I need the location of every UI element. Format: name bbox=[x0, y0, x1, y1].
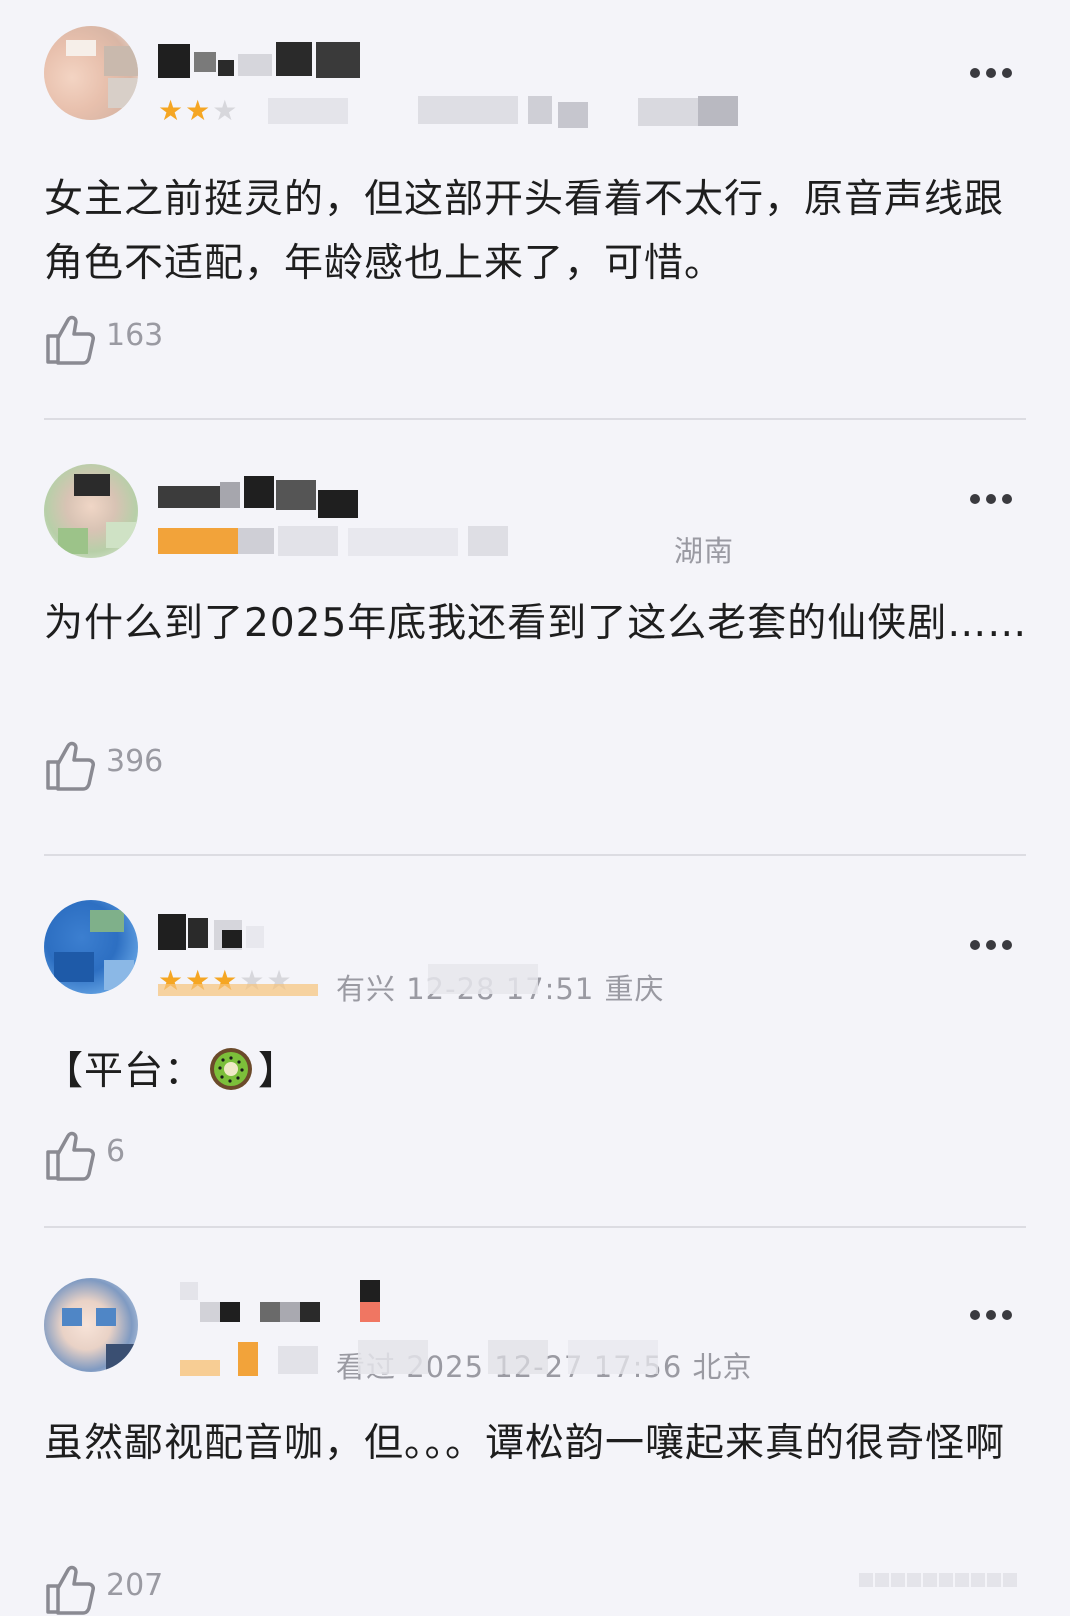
username-obscured[interactable] bbox=[158, 466, 518, 518]
avatar[interactable] bbox=[44, 464, 138, 558]
comment-meta: ★★★★★ 有兴 12-28 17:51 重庆 bbox=[158, 962, 758, 1006]
divider bbox=[44, 418, 1026, 420]
comment-meta: 湖南 bbox=[158, 524, 758, 568]
username-obscured[interactable] bbox=[158, 30, 518, 82]
divider bbox=[44, 1226, 1026, 1228]
more-dots-icon[interactable] bbox=[970, 68, 1012, 78]
like-button[interactable]: 163 bbox=[44, 310, 244, 366]
meta-location: 湖南 bbox=[674, 534, 735, 568]
comment-text-after: 】 bbox=[258, 1049, 299, 1094]
divider bbox=[44, 854, 1026, 856]
like-button[interactable]: 207 bbox=[44, 1560, 244, 1616]
kiwi-emoji-icon bbox=[210, 1048, 253, 1090]
comment-text: 【平台： 】 bbox=[44, 1040, 1034, 1104]
thumbs-up-icon bbox=[46, 1565, 95, 1615]
thumbs-up-icon bbox=[46, 315, 95, 365]
avatar[interactable] bbox=[44, 900, 138, 994]
like-count: 6 bbox=[106, 1134, 126, 1169]
watermark bbox=[858, 1572, 1058, 1602]
like-button[interactable]: 396 bbox=[44, 736, 244, 792]
avatar[interactable] bbox=[44, 26, 138, 120]
username-obscured[interactable] bbox=[158, 1280, 518, 1332]
avatar[interactable] bbox=[44, 1278, 138, 1372]
comment-meta: ★★★ bbox=[158, 92, 758, 128]
more-dots-icon[interactable] bbox=[970, 940, 1012, 950]
like-count: 207 bbox=[106, 1568, 164, 1603]
like-button[interactable]: 6 bbox=[44, 1126, 244, 1182]
like-count: 396 bbox=[106, 744, 164, 779]
comment-text: 虽然鄙视配音咖，但。。。谭松韵一嚷起来真的很奇怪啊 bbox=[44, 1421, 1006, 1466]
comment-text: 为什么到了2025年底我还看到了这么老套的仙侠剧…… bbox=[44, 601, 1028, 646]
username-obscured[interactable] bbox=[158, 902, 518, 954]
thumbs-up-icon bbox=[46, 741, 95, 791]
rating-stars: ★★★ bbox=[158, 94, 240, 127]
comment-meta: 看过 2025 12-27 17:56 北京 bbox=[158, 1340, 758, 1384]
comment-text-before: 【平台： bbox=[44, 1049, 205, 1094]
more-dots-icon[interactable] bbox=[970, 494, 1012, 504]
more-dots-icon[interactable] bbox=[970, 1310, 1012, 1320]
like-count: 163 bbox=[106, 318, 164, 353]
thumbs-up-icon bbox=[46, 1131, 95, 1181]
comment-text: 女主之前挺灵的，但这部开头看着不太行，原音声线跟角色不适配，年龄感也上来了，可惜… bbox=[44, 177, 1005, 286]
